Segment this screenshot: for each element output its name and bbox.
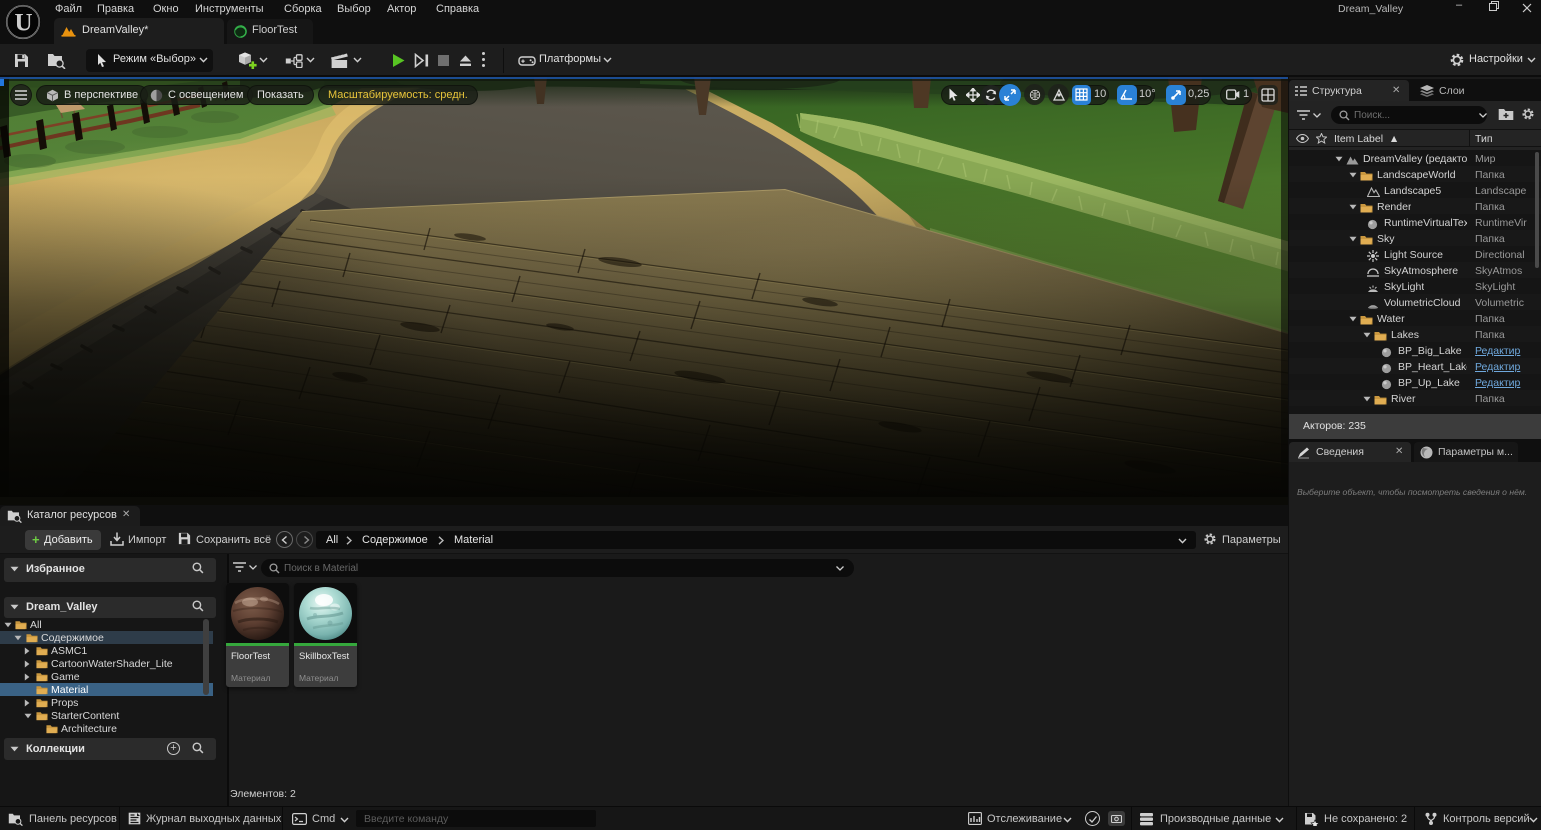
- svg-text:U: U: [14, 10, 32, 37]
